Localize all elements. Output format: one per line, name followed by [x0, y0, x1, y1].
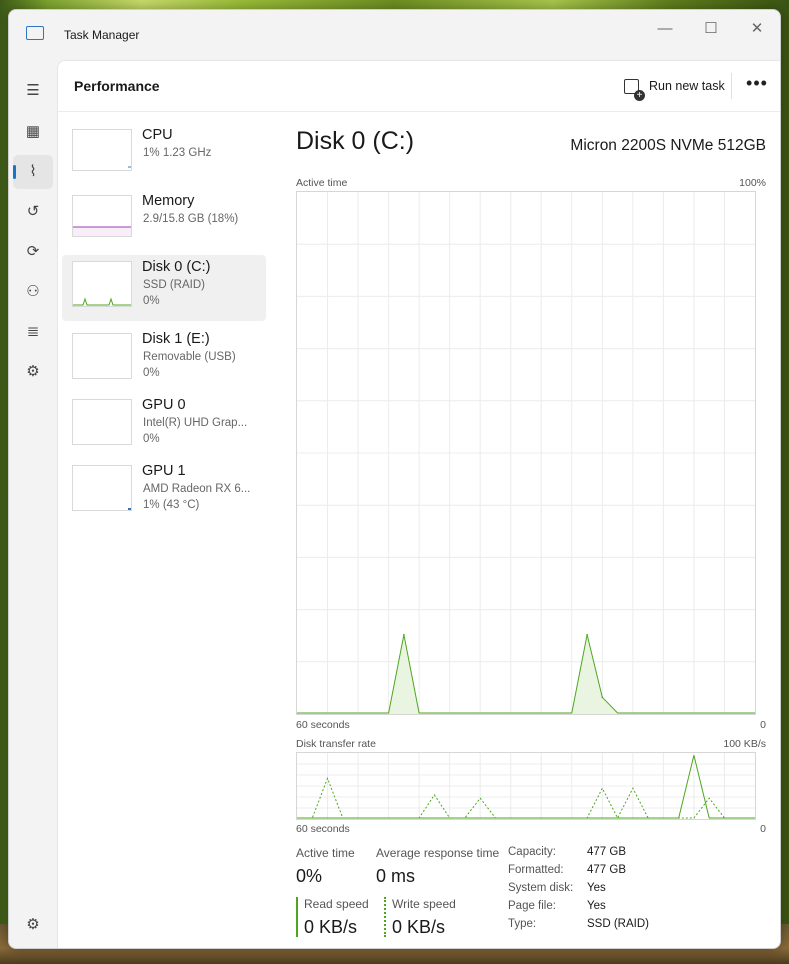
task-manager-window: Task Manager — ☐ ✕ ☰ ▦ ⌇ ↺ ⟳ ⚇ ≣ ⚙ ⚙ Per… [8, 9, 781, 949]
processes-icon[interactable]: ▦ [13, 115, 53, 149]
device-name: CPU [142, 127, 173, 143]
title-bar: Task Manager — ☐ ✕ [9, 10, 780, 60]
transfer-x-start-label: 60 seconds [296, 823, 350, 835]
task-manager-app-icon [26, 26, 44, 40]
page-header: Performance Run new task ••• [58, 61, 780, 112]
type-label: Type: [508, 918, 537, 930]
active-time-chart [296, 191, 756, 715]
run-new-task-button[interactable]: Run new task [618, 71, 731, 101]
active-time-chart-label: Active time [296, 177, 348, 189]
active-time-stat-label: Active time [296, 846, 355, 860]
startup-apps-icon[interactable]: ⟳ [13, 235, 53, 269]
active-time-chart-svg [297, 192, 755, 714]
device-subtitle: SSD (RAID) [143, 279, 205, 291]
device-name: GPU 1 [142, 463, 186, 479]
avg-response-stat-label: Average response time [376, 846, 500, 860]
formatted-label: Formatted: [508, 864, 564, 876]
write-speed-indicator [384, 897, 386, 937]
capacity-value: 477 GB [587, 846, 626, 858]
device-name: GPU 0 [142, 397, 186, 413]
settings-icon[interactable]: ⚙ [13, 908, 53, 942]
services-icon[interactable]: ⚙ [13, 355, 53, 389]
active-time-stat-value: 0% [296, 866, 323, 886]
transfer-rate-max-label: 100 KB/s [723, 738, 766, 750]
active-time-x-end-label: 0 [760, 719, 766, 731]
read-speed-series-line [297, 755, 755, 819]
performance-panel: Performance Run new task ••• CPU 1% 1.23… [57, 60, 780, 948]
device-value: 1% (43 °C) [143, 499, 200, 511]
device-cpu[interactable]: CPU 1% 1.23 GHz [62, 123, 266, 183]
device-value: 0% [143, 367, 160, 379]
device-subtitle: Intel(R) UHD Grap... [143, 417, 248, 429]
header-divider [731, 73, 732, 99]
page-file-value: Yes [587, 900, 606, 912]
device-subtitle: AMD Radeon RX 6... [143, 483, 251, 495]
formatted-value: 477 GB [587, 864, 626, 876]
write-speed-series-line [297, 777, 755, 820]
read-speed-indicator [296, 897, 298, 937]
device-memory[interactable]: Memory 2.9/15.8 GB (18%) [62, 189, 266, 249]
type-value: SSD (RAID) [587, 918, 649, 930]
page-file-label: Page file: [508, 900, 556, 912]
page-title: Performance [74, 78, 160, 94]
device-gpu-0[interactable]: GPU 0 Intel(R) UHD Grap... 0% [62, 393, 266, 453]
active-time-area [297, 634, 755, 714]
read-speed-label: Read speed [304, 897, 369, 911]
device-subtitle: Removable (USB) [143, 351, 236, 363]
transfer-x-end-label: 0 [760, 823, 766, 835]
gpu-1-thumbnail [72, 465, 132, 511]
more-options-button[interactable]: ••• [742, 71, 772, 101]
performance-icon: ⌇ [29, 163, 37, 180]
device-name: Memory [142, 193, 195, 209]
active-time-series-line [297, 634, 755, 714]
navigation-rail: ☰ ▦ ⌇ ↺ ⟳ ⚇ ≣ ⚙ ⚙ [9, 60, 57, 948]
active-time-max-label: 100% [739, 177, 766, 189]
disk-model: Micron 2200S NVMe 512GB [570, 137, 766, 154]
transfer-rate-chart-svg [297, 753, 755, 820]
write-speed-value: 0 KB/s [392, 917, 446, 937]
users-icon[interactable]: ⚇ [13, 275, 53, 309]
minimize-button[interactable]: — [642, 15, 688, 45]
device-disk-0[interactable]: Disk 0 (C:) SSD (RAID) 0% [62, 255, 266, 321]
active-indicator [13, 165, 16, 179]
memory-thumbnail [72, 195, 132, 237]
cpu-thumbnail [72, 129, 132, 171]
device-gpu-1[interactable]: GPU 1 AMD Radeon RX 6... 1% (43 °C) [62, 459, 266, 519]
disk-0-thumbnail [72, 261, 132, 307]
system-disk-value: Yes [587, 882, 606, 894]
app-history-icon[interactable]: ↺ [13, 195, 53, 229]
hamburger-icon[interactable]: ☰ [13, 74, 53, 108]
active-time-x-start-label: 60 seconds [296, 719, 350, 731]
device-subtitle: 1% 1.23 GHz [143, 147, 212, 159]
system-disk-label: System disk: [508, 882, 574, 894]
details-icon[interactable]: ≣ [13, 315, 53, 349]
device-value: 0% [143, 433, 160, 445]
disk-title: Disk 0 (C:) [296, 127, 415, 155]
device-list: CPU 1% 1.23 GHz Memory 2.9/15.8 GB (18%)… [62, 123, 266, 525]
write-speed-label: Write speed [392, 897, 456, 911]
close-button[interactable]: ✕ [734, 15, 780, 45]
active-time-point [601, 696, 604, 699]
device-subtitle: 2.9/15.8 GB (18%) [143, 213, 239, 225]
device-name: Disk 1 (E:) [142, 331, 210, 347]
window-title: Task Manager [64, 28, 140, 42]
maximize-button[interactable]: ☐ [688, 15, 734, 45]
run-task-icon [624, 78, 645, 101]
active-time-point [586, 633, 588, 636]
avg-response-stat-value: 0 ms [376, 866, 416, 886]
gpu-0-thumbnail [72, 399, 132, 445]
capacity-label: Capacity: [508, 846, 556, 858]
run-new-task-label: Run new task [649, 79, 725, 93]
device-disk-1[interactable]: Disk 1 (E:) Removable (USB) 0% [62, 327, 266, 387]
transfer-rate-chart-label: Disk transfer rate [296, 738, 376, 750]
active-time-point [403, 633, 405, 636]
read-speed-value: 0 KB/s [304, 917, 358, 937]
transfer-rate-chart [296, 752, 756, 820]
device-name: Disk 0 (C:) [142, 259, 211, 275]
device-value: 0% [143, 295, 160, 307]
performance-nav-item[interactable]: ⌇ [13, 155, 53, 189]
disk-1-thumbnail [72, 333, 132, 379]
